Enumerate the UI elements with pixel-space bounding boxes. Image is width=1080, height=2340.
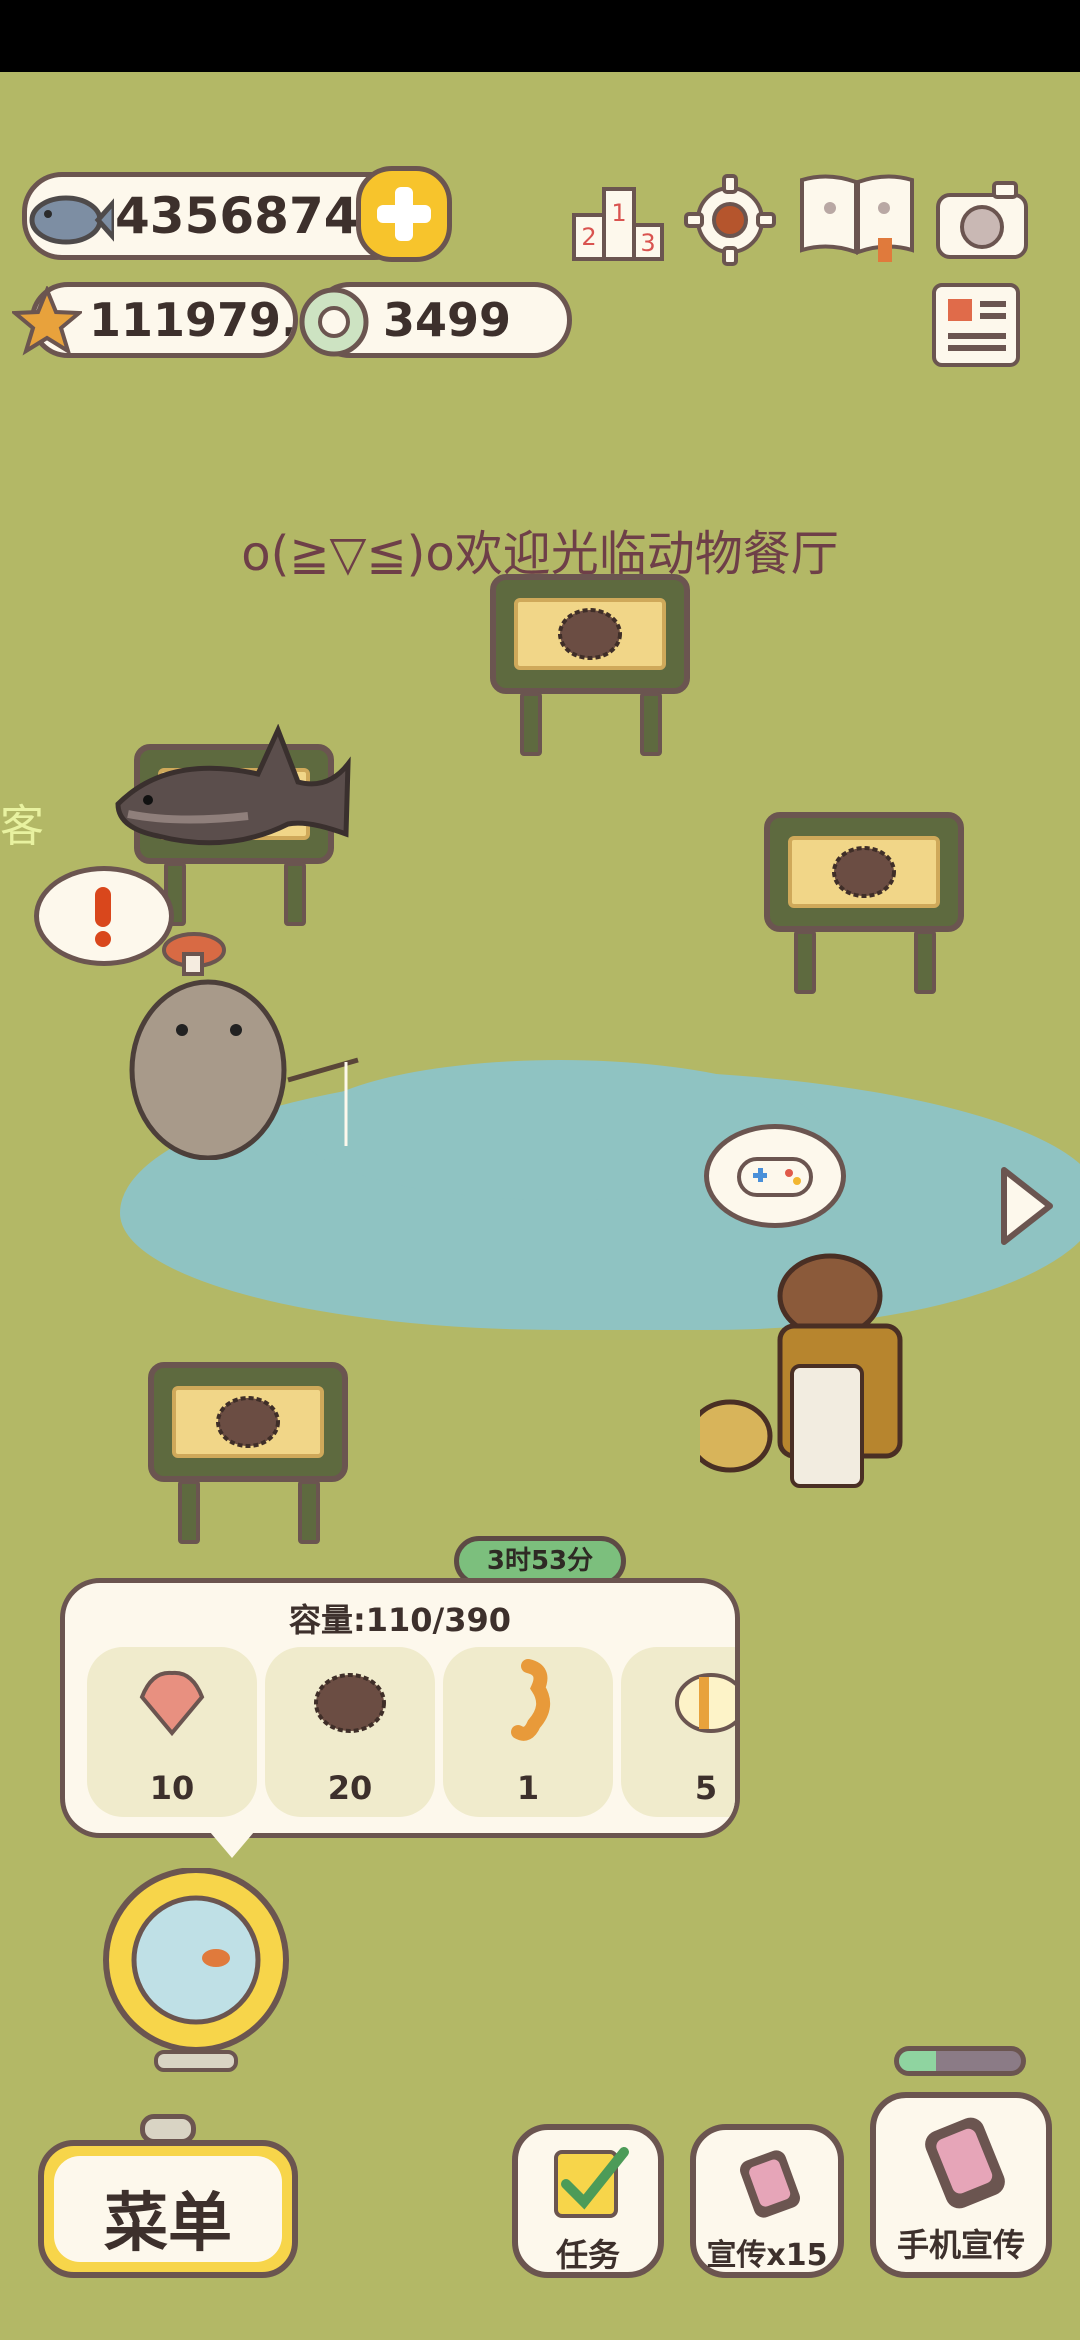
phone-promote-progress — [894, 2046, 1026, 2076]
sea-urchin-icon — [314, 1673, 386, 1733]
next-area-arrow[interactable] — [994, 1162, 1058, 1254]
game-request-bubble[interactable] — [704, 1124, 846, 1228]
book-button[interactable] — [796, 168, 918, 264]
phone-promote-button[interactable]: 手机宣传 — [870, 2092, 1052, 2278]
star-count: 111979.5 — [89, 293, 298, 347]
coin-icon — [296, 284, 372, 364]
table-1[interactable] — [490, 574, 690, 756]
ranking-button[interactable]: 2 1 3 — [568, 172, 668, 268]
chevron-right-icon — [1001, 1167, 1053, 1245]
sea-urchin-dish — [216, 1396, 280, 1448]
phone-promote-progress-fill — [899, 2051, 936, 2071]
promote-button[interactable]: 宣传x15 — [690, 2124, 844, 2278]
seahorse-icon — [511, 1659, 551, 1741]
storage-slot-butterfly-fish[interactable]: 5 — [621, 1647, 735, 1817]
moose-sewing[interactable] — [687, 1216, 960, 1500]
shell-icon — [139, 1670, 205, 1737]
svg-text:3: 3 — [640, 229, 655, 257]
settings-button[interactable] — [680, 172, 780, 268]
phone-promote-label: 手机宣传 — [896, 2226, 1025, 2264]
plus-icon — [377, 187, 431, 241]
side-label: 客 — [0, 801, 44, 852]
star-icon — [9, 284, 85, 360]
table-4[interactable] — [148, 1362, 348, 1544]
phone-icon — [740, 2150, 800, 2218]
cat-fisher[interactable] — [118, 930, 368, 1164]
coin-count: 3499 — [383, 293, 512, 347]
butterfly-fish-icon — [675, 1673, 735, 1733]
camera-button[interactable] — [930, 172, 1034, 268]
gear-icon — [684, 174, 776, 266]
table-3[interactable] — [764, 812, 964, 994]
tasks-button[interactable]: 任务 — [512, 2124, 664, 2278]
menu-label: 菜单 — [104, 2187, 232, 2261]
storage-slot-seahorse[interactable]: 1 — [443, 1647, 613, 1817]
fish-icon — [14, 172, 117, 266]
checklist-icon — [554, 2147, 629, 2218]
storage-slot-sea-urchin[interactable]: 20 — [265, 1647, 435, 1817]
tasks-label: 任务 — [555, 2236, 620, 2274]
sea-urchin-dish — [832, 846, 896, 898]
news-button[interactable] — [926, 276, 1026, 372]
fish-count: 4356874 — [115, 187, 359, 245]
shark-customer[interactable] — [108, 723, 358, 878]
promote-label: 宣传x15 — [706, 2238, 828, 2273]
phone-promote-icon — [925, 2117, 1005, 2209]
fishbowl-button[interactable] — [92, 1867, 302, 2082]
add-fish-button[interactable] — [356, 166, 452, 262]
menu-hanger — [140, 2114, 196, 2144]
book-icon — [800, 174, 914, 262]
fishbowl-icon — [103, 1867, 289, 2072]
storage-capacity: 容量:110/390 — [288, 1601, 512, 1639]
gamepad-icon — [737, 1157, 813, 1197]
svg-text:2: 2 — [581, 223, 596, 251]
status-bar — [0, 0, 1080, 72]
ranking-icon: 2 1 3 — [572, 187, 664, 261]
storage-slot-shell[interactable]: 10 — [87, 1647, 257, 1817]
newspaper-icon — [932, 283, 1020, 367]
storage-panel: 容量:110/390 10 20 1 5 — [60, 1578, 740, 1838]
storage-pointer — [210, 1832, 254, 1858]
camera-icon — [936, 181, 1028, 259]
sea-urchin-dish — [558, 608, 622, 660]
menu-button[interactable]: 菜单 — [38, 2140, 298, 2278]
svg-text:1: 1 — [611, 199, 626, 227]
